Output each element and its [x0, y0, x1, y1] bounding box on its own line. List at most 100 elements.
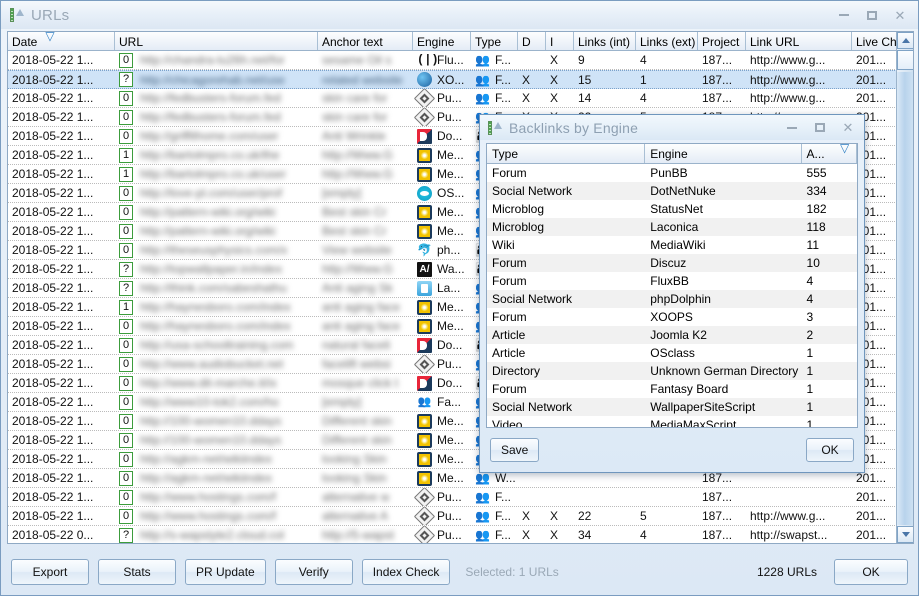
index-check-button[interactable]: Index Check — [362, 559, 451, 585]
save-button[interactable]: Save — [490, 438, 539, 462]
cell-url: 0http://fedbusters-forum.fed — [115, 89, 318, 107]
cell-link-url — [746, 488, 852, 506]
dialog-table-row[interactable]: VideoMediaMaxScript1 — [487, 416, 857, 428]
column-header-engine[interactable]: Engine — [413, 32, 471, 50]
dialog-table-row[interactable]: Social NetworkWallpaperSiteScript1 — [487, 398, 857, 416]
scroll-down-button[interactable] — [897, 526, 914, 543]
cell-date: 2018-05-22 1... — [8, 51, 115, 69]
table-row[interactable]: 2018-05-22 1...0http://www.hostings.com/… — [8, 488, 913, 507]
engine-value: Do... — [437, 129, 462, 143]
cell-link-url-value: http://www.g... — [750, 91, 825, 105]
dialog-table-row[interactable]: ForumXOOPS3 — [487, 308, 857, 326]
column-header-label: URL — [119, 35, 143, 49]
main-titlebar: URLs ✕ — [1, 1, 918, 29]
scrollbar-track[interactable] — [897, 72, 914, 525]
cell-engine: La... — [413, 279, 471, 297]
dialog-cell-engine: PunBB — [645, 166, 801, 180]
cell-date: 2018-05-22 1... — [8, 488, 115, 506]
column-header-link-url[interactable]: Link URL — [746, 32, 852, 50]
column-header-links-int[interactable]: Links (int) — [574, 32, 636, 50]
table-row[interactable]: 2018-05-22 0...?http://s-wapslyte2.cloud… — [8, 526, 913, 543]
dialog-table-row[interactable]: ArticleOSclass1 — [487, 344, 857, 362]
minimize-icon[interactable] — [830, 4, 858, 26]
dialog-column-header-engine[interactable]: Engine — [645, 144, 801, 163]
dialog-grid-body[interactable]: ForumPunBB555Social NetworkDotNetNuke334… — [487, 164, 857, 428]
pagerank-badge: 0 — [119, 205, 133, 220]
dialog-table-row[interactable]: MicroblogLaconica118 — [487, 218, 857, 236]
wallpaper-icon — [417, 262, 432, 277]
cell-project-value: 187... — [702, 73, 732, 87]
cell-engine: Pu... — [413, 488, 471, 506]
dialog-table-row[interactable]: ForumPunBB555 — [487, 164, 857, 182]
mediawiki-icon — [417, 167, 432, 182]
cell-project: 187... — [698, 488, 746, 506]
column-header-project[interactable]: Project — [698, 32, 746, 50]
url-value: http://www.hostings.com/f — [140, 509, 276, 523]
dialog-column-header-a[interactable]: A... — [802, 144, 857, 163]
cell-url: 0http://www.dit-marche.it/ix — [115, 374, 318, 392]
dialog-table-row[interactable]: ForumDiscuz10 — [487, 254, 857, 272]
dialog-ok-button[interactable]: OK — [806, 438, 854, 462]
column-header-anchor-text[interactable]: Anchor text — [318, 32, 413, 50]
dialog-maximize-icon[interactable] — [806, 117, 834, 139]
dialog-minimize-icon[interactable] — [778, 117, 806, 139]
forum-icon — [475, 53, 490, 67]
cell-url: ?http://s-wapslyte2.cloud.col — [115, 526, 318, 543]
cell-engine: ph... — [413, 241, 471, 259]
column-header-live-check[interactable]: Live Check — [852, 32, 898, 50]
dialog-column-header-type[interactable]: Type — [487, 144, 645, 163]
pagerank-badge: 0 — [119, 452, 133, 467]
ok-button[interactable]: OK — [834, 559, 908, 585]
close-icon[interactable]: ✕ — [886, 4, 914, 26]
table-row[interactable]: 2018-05-22 1...0http://chandra-tu26h.net… — [8, 51, 913, 70]
date-value: 2018-05-22 1... — [12, 243, 93, 257]
punbb-icon — [414, 355, 435, 373]
maximize-icon[interactable] — [858, 4, 886, 26]
dialog-table-row[interactable]: ArticleJoomla K22 — [487, 326, 857, 344]
dialog-table-row[interactable]: MicroblogStatusNet182 — [487, 200, 857, 218]
stats-button[interactable]: Stats — [98, 559, 176, 585]
dialog-table-row[interactable]: DirectoryUnknown German Directory1 — [487, 362, 857, 380]
cell-type: F... — [471, 507, 518, 525]
column-header-date[interactable]: Date — [8, 32, 115, 50]
dialog-window-controls: ✕ — [778, 117, 862, 139]
engine-value: Wa... — [437, 262, 465, 276]
cell-i: X — [546, 51, 574, 69]
scrollbar-thumb[interactable] — [897, 50, 914, 70]
forum-icon — [475, 490, 490, 504]
pagerank-badge: ? — [119, 262, 133, 277]
cell-live-check-value: 201... — [856, 91, 886, 105]
dialog-table-row[interactable]: ForumFantasy Board1 — [487, 380, 857, 398]
url-value: http://topwallpaper.in/index — [140, 262, 282, 276]
column-header-label: Link URL — [750, 35, 799, 49]
dnn-icon — [417, 338, 432, 353]
cell-anchor-text: http://Www.G — [318, 165, 413, 183]
dialog-table-row[interactable]: ForumFluxBB4 — [487, 272, 857, 290]
type-value: F... — [495, 53, 511, 67]
column-header-label: D — [522, 35, 531, 49]
export-button[interactable]: Export — [11, 559, 89, 585]
anchor-text-value: [empty] — [322, 186, 361, 200]
column-header-i[interactable]: I — [546, 32, 574, 50]
anchor-text-value: skin care for — [322, 110, 387, 124]
bottom-toolbar: Export Stats PR Update Verify Index Chec… — [1, 548, 918, 595]
dialog-cell-type: Microblog — [487, 220, 645, 234]
vertical-scrollbar[interactable] — [896, 32, 913, 543]
table-row[interactable]: 2018-05-22 1...0http://fedbusters-forum.… — [8, 89, 913, 108]
dialog-close-icon[interactable]: ✕ — [834, 117, 862, 139]
cell-date: 2018-05-22 1... — [8, 374, 115, 392]
dialog-table-row[interactable]: Social NetworkDotNetNuke334 — [487, 182, 857, 200]
anchor-text-value: related website — [322, 73, 403, 87]
dialog-table-row[interactable]: Social NetworkphpDolphin4 — [487, 290, 857, 308]
dialog-table-row[interactable]: WikiMediaWiki11 — [487, 236, 857, 254]
table-row[interactable]: 2018-05-22 1...0http://www.hostings.com/… — [8, 507, 913, 526]
column-header-url[interactable]: URL — [115, 32, 318, 50]
column-header-type[interactable]: Type — [471, 32, 518, 50]
column-header-links-ext[interactable]: Links (ext) — [636, 32, 698, 50]
pr-update-button[interactable]: PR Update — [185, 559, 266, 585]
table-row[interactable]: 2018-05-22 1...?http://chicagorehab.net/… — [8, 70, 913, 89]
column-header-d[interactable]: D — [518, 32, 546, 50]
cell-engine: Do... — [413, 336, 471, 354]
scroll-up-button[interactable] — [897, 32, 914, 49]
verify-button[interactable]: Verify — [275, 559, 353, 585]
